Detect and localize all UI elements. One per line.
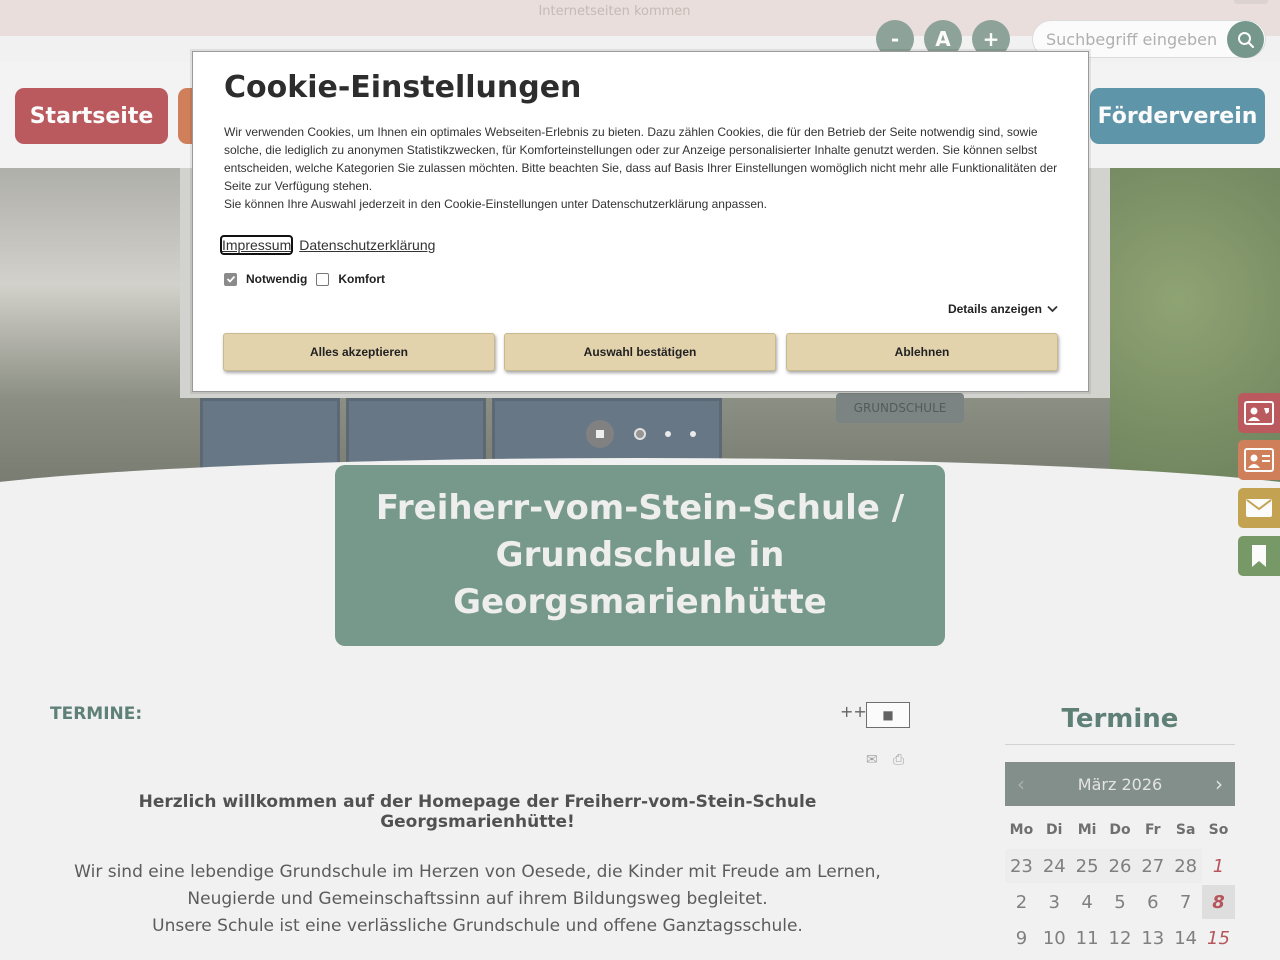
cookie-text-1: Wir verwenden Cookies, um Ihnen ein opti… [224,125,1058,193]
calendar-day[interactable]: 11 [1070,921,1104,955]
calendar-month: März 2026 [1077,774,1163,794]
school-title-box: Freiherr-vom-Stein-Schule / Grundschule … [335,465,945,646]
phone-contact-icon [1244,401,1274,425]
calendar-day[interactable]: 27 [1136,849,1170,883]
side-tab-bookmark[interactable] [1238,536,1280,576]
mail-icon [1246,499,1272,517]
calendar-week: 2 3 4 5 6 7 8 [1005,884,1235,920]
calendar-day[interactable]: 24 [1037,849,1071,883]
calendar-day[interactable]: 25 [1070,849,1104,883]
cookie-links: Impressum Datenschutzerklärung [219,235,435,255]
calendar-week: 9 10 11 12 13 14 15 [1005,920,1235,956]
details-toggle[interactable]: Details anzeigen [948,302,1058,316]
necessary-label: Notwendig [246,272,308,286]
welcome-line-2: Neugierde und Gemeinschaftssinn auf ihre… [187,889,768,909]
checkmark-icon [226,275,235,283]
necessary-checkbox[interactable] [224,272,237,286]
comfort-label: Komfort [338,272,385,286]
font-size-box[interactable]: ■ [866,702,910,728]
calendar-day[interactable]: 9 [1005,921,1038,955]
chevron-down-icon [1047,305,1058,313]
side-tab-contact[interactable] [1238,440,1280,480]
calendar-grid: Mo Di Mi Do Fr Sa So 23 24 25 26 27 28 1… [1005,812,1235,956]
weekday-label: Sa [1169,813,1203,847]
calendar-prev-button[interactable]: ‹ [1017,772,1025,796]
calendar-weekdays: Mo Di Mi Do Fr Sa So [1005,812,1235,848]
welcome-paragraph: Wir sind eine lebendige Grundschule im H… [60,859,895,940]
email-page-icon[interactable]: ✉ [866,752,878,768]
welcome-line-1: Wir sind eine lebendige Grundschule im H… [74,862,881,882]
contact-card-icon [1244,448,1274,472]
accept-all-button[interactable]: Alles akzeptieren [223,333,495,371]
search-input[interactable] [1046,30,1221,49]
slider-dot-3[interactable] [690,431,696,437]
privacy-link[interactable]: Datenschutzerklärung [299,237,435,253]
calendar-day-today[interactable]: 8 [1202,885,1235,919]
weekday-label: Do [1103,813,1137,847]
notice-text: Internetseiten kommen [538,4,691,19]
calendar-day[interactable]: 13 [1136,921,1170,955]
calendar-week: 23 24 25 26 27 28 1 [1005,848,1235,884]
search-icon [1237,31,1254,48]
calendar-day[interactable]: 14 [1169,921,1203,955]
hero-school-sign: GRUNDSCHULE [836,393,964,423]
cookie-dialog: Cookie-Einstellungen Wir verwenden Cooki… [192,51,1089,392]
section-title: TERMINE: [50,704,143,724]
cookie-text-2: Sie können Ihre Auswahl jederzeit in den… [224,197,768,211]
cookie-dialog-title: Cookie-Einstellungen [224,70,582,105]
font-size-control: ++- ■ [840,702,910,728]
calendar-title: Termine [1005,704,1235,745]
notice-close-button[interactable] [1234,0,1268,4]
calendar-day[interactable]: 1 [1202,849,1235,883]
calendar-day[interactable]: 12 [1103,921,1137,955]
weekday-label: Mo [1005,813,1038,847]
welcome-line-3: Unsere Schule ist eine verlässliche Grun… [152,916,803,936]
cookie-categories: Notwendig Komfort [224,272,385,286]
calendar-day[interactable]: 6 [1136,885,1170,919]
calendar-day[interactable]: 7 [1169,885,1203,919]
slider-dot-2[interactable] [665,431,671,437]
calendar-header: ‹ März 2026 › [1005,762,1235,806]
page-title: Freiherr-vom-Stein-Schule / Grundschule … [375,488,905,622]
confirm-selection-button[interactable]: Auswahl bestätigen [504,333,776,371]
slider-dots [586,420,696,448]
calendar-day[interactable]: 10 [1037,921,1071,955]
impressum-link[interactable]: Impressum [219,235,294,255]
calendar-day[interactable]: 23 [1005,849,1038,883]
weekday-label: So [1202,813,1235,847]
calendar-day[interactable]: 5 [1103,885,1137,919]
calendar-day[interactable]: 28 [1169,849,1203,883]
reject-button[interactable]: Ablehnen [786,333,1058,371]
calendar-day[interactable]: 2 [1005,885,1038,919]
welcome-headline: Herzlich willkommen auf der Homepage der… [138,792,817,832]
weekday-label: Fr [1136,813,1170,847]
weekday-label: Di [1037,813,1071,847]
side-tab-phone[interactable] [1238,393,1280,433]
slider-pause-button[interactable] [586,420,614,448]
details-label: Details anzeigen [947,302,1042,316]
weekday-label: Mi [1070,813,1104,847]
comfort-checkbox[interactable] [316,272,330,286]
calendar-next-button[interactable]: › [1215,772,1223,796]
calendar-day[interactable]: 26 [1103,849,1137,883]
calendar-day[interactable]: 15 [1202,921,1235,955]
print-icon[interactable]: ⎙ [893,752,904,768]
calendar-day[interactable]: 3 [1037,885,1071,919]
nav-item-startseite[interactable]: Startseite [15,88,168,144]
calendar-day[interactable]: 4 [1070,885,1104,919]
cookie-description: Wir verwenden Cookies, um Ihnen ein opti… [224,123,1064,213]
side-tab-mail[interactable] [1238,488,1280,528]
nav-item-foerderverein[interactable]: Förderverein [1090,88,1265,144]
search-button[interactable] [1227,21,1264,58]
slider-dot-1[interactable] [634,428,646,440]
welcome-text: Herzlich willkommen auf der Homepage der… [60,792,895,940]
bookmark-icon [1252,545,1266,567]
